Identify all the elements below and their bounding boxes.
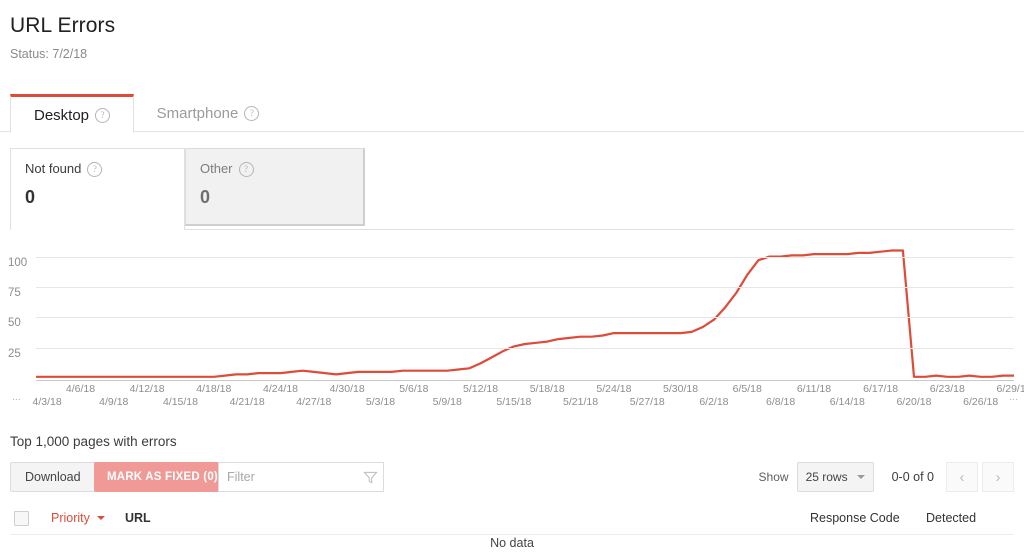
card-other-title-row: Other?	[200, 161, 349, 177]
funnel-icon[interactable]	[363, 470, 378, 485]
table-toolbar: Download MARK AS FIXED (0) Show 25 rows …	[10, 462, 1014, 494]
chart-x-tick: 5/18/18	[529, 383, 565, 395]
empty-state-message: No data	[490, 536, 534, 550]
help-circle-icon[interactable]: ?	[87, 162, 103, 177]
card-not-found[interactable]: Not found? 0	[10, 148, 185, 230]
chart-x-tick: 6/29/18	[996, 383, 1024, 395]
chart-x-axis: ... ... 4/3/18 4/6/18 4/9/18 4/12/18 4/15/18…	[0, 383, 1024, 409]
help-circle-icon[interactable]: ?	[95, 107, 111, 123]
table-caption: Top 1,000 pages with errors	[10, 434, 177, 449]
chevron-right-icon[interactable]: ›	[982, 462, 1014, 492]
chart-x-tick: 4/21/18	[229, 396, 265, 408]
chart-y-tick-25: 25	[8, 347, 21, 360]
card-other[interactable]: Other? 0	[185, 148, 365, 226]
rows-per-page-value: 25 rows	[805, 470, 848, 484]
chevron-down-icon	[96, 516, 105, 520]
tab-smartphone[interactable]: Smartphone ?	[143, 94, 273, 132]
mark-as-fixed-label: MARK AS FIXED (0)	[107, 471, 218, 483]
chart-x-tick: 5/21/18	[563, 396, 599, 408]
column-header-priority[interactable]: Priority	[51, 511, 105, 525]
chart-line-svg	[36, 240, 1014, 380]
chart-x-tick: 4/27/18	[296, 396, 332, 408]
card-not-found-label: Not found	[25, 161, 82, 176]
page-title: URL Errors	[10, 14, 116, 37]
chevron-left-icon[interactable]: ‹	[946, 462, 978, 492]
chart-y-tick-100: 100	[8, 256, 28, 269]
status-text: Status: 7/2/18	[10, 47, 88, 61]
chart-gridline	[36, 347, 1014, 349]
download-button-label: Download	[25, 470, 81, 484]
x-axis-leading-ellipsis: ...	[12, 391, 21, 403]
errors-chart: 25 50 75 100	[0, 240, 1024, 390]
chart-x-tick: 5/6/18	[399, 383, 429, 395]
chart-x-tick: 6/26/18	[963, 396, 999, 408]
chart-x-tick: 6/17/18	[863, 383, 899, 395]
chart-x-tick: 4/9/18	[99, 396, 129, 408]
filter-field[interactable]	[218, 462, 384, 492]
column-header-response-code[interactable]: Response Code	[810, 511, 900, 525]
help-circle-icon[interactable]: ?	[238, 162, 254, 177]
chevron-down-icon	[856, 475, 865, 479]
chart-x-tick: 5/30/18	[663, 383, 699, 395]
chart-y-tick-75: 75	[8, 286, 21, 299]
chart-gridline	[36, 286, 1014, 288]
chart-x-tick: 6/11/18	[796, 383, 832, 395]
chart-x-tick: 4/12/18	[129, 383, 165, 395]
chart-x-tick: 4/24/18	[262, 383, 299, 395]
chart-x-tick: 6/5/18	[732, 383, 762, 395]
chart-x-tick: 4/30/18	[329, 383, 365, 395]
chart-x-tick: 6/8/18	[766, 396, 796, 408]
mark-as-fixed-button[interactable]: MARK AS FIXED (0)	[94, 462, 231, 492]
table-pager: Show 25 rows 0-0 of 0 ‹ ›	[759, 462, 1014, 492]
chart-x-tick: 6/20/18	[896, 396, 932, 408]
chart-x-tick: 5/3/18	[365, 396, 396, 408]
column-header-priority-label: Priority	[51, 511, 90, 525]
chart-series-line	[36, 251, 1014, 377]
table-header-row: Priority URL Response Code Detected	[10, 504, 1014, 535]
chart-plot-area	[36, 240, 1014, 380]
chart-x-tick: 6/2/18	[699, 396, 729, 408]
card-not-found-value: 0	[25, 187, 36, 207]
chart-x-tick: 5/12/18	[463, 383, 499, 395]
select-all-checkbox[interactable]	[14, 511, 29, 526]
pagination-range: 0-0 of 0	[891, 470, 934, 484]
chart-x-tick: 5/9/18	[432, 396, 462, 408]
chart-x-tick: 4/3/18	[32, 396, 62, 408]
card-other-value: 0	[200, 187, 211, 207]
tab-bar: Desktop ? Smartphone ?	[0, 94, 1024, 133]
chart-gridline	[36, 256, 1014, 258]
chart-x-tick: 4/6/18	[65, 383, 96, 395]
tab-desktop-label: Desktop	[33, 106, 90, 124]
chart-x-tick: 5/24/18	[596, 383, 632, 395]
help-circle-icon[interactable]: ?	[244, 105, 260, 121]
chart-gridline	[36, 317, 1014, 319]
filter-input[interactable]	[219, 463, 363, 491]
chart-x-tick: 4/18/18	[196, 383, 232, 395]
column-header-url[interactable]: URL	[125, 511, 151, 525]
tab-desktop[interactable]: Desktop ?	[10, 94, 134, 133]
chart-x-axis-line	[36, 380, 1014, 381]
chart-x-tick: 5/15/18	[496, 396, 532, 408]
chart-y-tick-50: 50	[8, 317, 21, 330]
card-other-label: Other	[200, 161, 233, 176]
tab-smartphone-label: Smartphone	[156, 104, 239, 122]
download-button[interactable]: Download	[10, 462, 96, 492]
chart-x-tick: 6/23/18	[929, 383, 965, 395]
rows-per-page-select[interactable]: 25 rows	[796, 462, 874, 492]
chart-x-tick: 6/14/18	[829, 396, 865, 408]
column-header-detected[interactable]: Detected	[926, 511, 976, 525]
show-label: Show	[758, 470, 789, 484]
chart-x-tick: 5/27/18	[629, 396, 665, 408]
card-not-found-title-row: Not found?	[25, 161, 170, 177]
chart-x-tick: 4/15/18	[162, 396, 198, 408]
